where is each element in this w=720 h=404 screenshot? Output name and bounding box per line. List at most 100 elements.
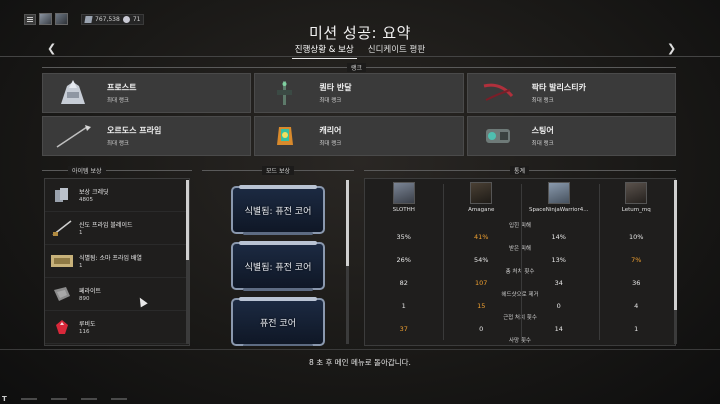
player-name: Amagane [468, 207, 495, 213]
rank-card-orthos-prime: 오르도스 프라임 최대 랭크 [42, 116, 252, 156]
player-avatar [625, 182, 648, 204]
list-item: 식별됨: 소마 프라임 배열 1 [45, 245, 189, 278]
stats-panel[interactable]: SLOTHH Amagane SpaceNinjaWarrior4... Let… [364, 178, 676, 346]
player-column: Letum_mq [598, 179, 676, 221]
stat-values-row: 26% 54% 13% 7% [365, 252, 675, 267]
stat-value: 7% [631, 255, 642, 264]
page-title: 미션 성공: 요약 [309, 24, 411, 42]
mods-scrollbar-thumb[interactable] [346, 180, 349, 266]
stat-label: 받은 피해 [509, 246, 531, 252]
stat-values-row: 37 0 14 1 [365, 321, 675, 336]
ferrite-icon [45, 280, 79, 308]
stat-values-row: 35% 41% 14% 10% [365, 229, 675, 244]
stat-value: 36 [632, 278, 641, 287]
mod-card[interactable]: 식별됨: 퓨전 코어 [231, 241, 325, 291]
stat-value: 1 [401, 301, 406, 310]
player-column: SLOTHH [365, 179, 443, 221]
item-name: 페라이트 [79, 288, 102, 295]
stat-values-row: 1 15 0 4 [365, 298, 675, 313]
rank-card-carrier: 캐리어 최대 랭크 [254, 116, 464, 156]
stat-value: 82 [399, 278, 408, 287]
items-scrollbar-thumb[interactable] [186, 180, 189, 260]
stat-value: 0 [479, 324, 484, 333]
carrier-sentinel-icon [255, 119, 315, 153]
stat-label: 총 처치 횟수 [505, 269, 535, 275]
bottom-tab [110, 398, 127, 400]
item-count: 1 [79, 230, 83, 236]
stats-table: 입힌 피해 35% 41% 14% 10% 받은 피해 26% 54% 13% 7% 총 처치 횟수… [365, 221, 675, 344]
player-name: SpaceNinjaWarrior4... [528, 207, 589, 213]
mod-card[interactable]: 퓨전 코어 [231, 297, 325, 346]
item-count: 1 [79, 263, 83, 269]
rank-card-sub: 최대 랭크 [319, 141, 342, 147]
mod-name: 식별됨: 퓨전 코어 [244, 206, 312, 217]
bottom-tab [50, 398, 67, 400]
rank-card-name: 팍타 발리스티카 [531, 83, 586, 92]
stat-values-row: 82 107 34 36 [365, 275, 675, 290]
stat-value: 35% [396, 232, 411, 241]
item-count: 890 [79, 296, 90, 302]
stats-scrollbar-thumb[interactable] [674, 180, 677, 310]
rank-card-name: 프로스트 [107, 83, 137, 92]
stat-label: 사망 횟수 [509, 338, 531, 344]
rubedo-icon [45, 313, 79, 341]
stat-label: 근접 처치 횟수 [503, 315, 537, 321]
return-countdown: 8 초 후 메인 메뉴로 돌아갑니다. [309, 358, 411, 367]
player-column: Amagane [443, 179, 521, 221]
rank-card-sub: 최대 랭크 [319, 98, 342, 104]
item-rewards-label: 아이템 보상 [68, 166, 106, 175]
player-avatar [392, 182, 415, 204]
list-item: 보상 크레딧 4805 [45, 179, 189, 212]
item-count: 4805 [79, 197, 93, 203]
mod-card[interactable]: 식별됨: 퓨전 코어 [231, 185, 325, 235]
rank-card-frost: 프로스트 최대 랭크 [42, 73, 252, 113]
stat-value: 41% [474, 232, 489, 241]
player-column: SpaceNinjaWarrior4... [520, 179, 598, 221]
item-name: 신도 프라임 블레이드 [79, 222, 133, 229]
rank-card-ballistica: 팍타 발리스티카 최대 랭크 [466, 73, 676, 113]
item-count: 116 [79, 329, 90, 335]
player-name: SLOTHH [392, 207, 415, 213]
bottom-tab [80, 398, 97, 400]
stat-value: 10% [629, 232, 644, 241]
frost-warframe-icon [43, 76, 103, 110]
quanta-vandal-icon [255, 76, 315, 110]
mod-rewards-list[interactable]: 식별됨: 퓨전 코어 식별됨: 퓨전 코어 퓨전 코어 [202, 178, 352, 346]
stat-value: 13% [551, 255, 566, 264]
player-avatar [547, 182, 570, 204]
stat-label: 입힌 피해 [509, 223, 531, 229]
rank-card-name: 캐리어 [319, 126, 342, 135]
stat-value: 1 [634, 324, 639, 333]
stat-value: 15 [477, 301, 486, 310]
mod-rewards-label: 모드 보상 [262, 166, 294, 175]
rank-card-sub: 최대 랭크 [107, 98, 129, 104]
rank-card-name: 퀀타 반달 [319, 83, 352, 92]
player-name: Letum_mq [621, 207, 651, 213]
orthos-prime-icon [43, 119, 103, 153]
stat-value: 4 [634, 301, 639, 310]
chat-icon[interactable]: T [2, 395, 7, 403]
list-item: 신도 프라임 블레이드 1 [45, 212, 189, 245]
rank-card-name: 스팅어 [531, 126, 554, 135]
bottom-tab [20, 398, 37, 400]
player-avatar [470, 182, 493, 204]
rank-section-label: 랭크 [347, 63, 367, 72]
rank-card-sub: 최대 랭크 [531, 98, 554, 104]
list-item: 페라이트 890 [45, 278, 189, 311]
stat-value: 107 [475, 278, 488, 287]
mod-name: 식별됨: 퓨전 코어 [244, 262, 312, 273]
item-name: 식별됨: 소마 프라임 배열 [79, 255, 142, 262]
rank-grid: 프로스트 최대 랭크 퀀타 반달 최대 랭크 팍타 발리스티카 최대 랭크 오르… [42, 73, 676, 156]
item-name: 보상 크레딧 [79, 189, 109, 196]
stat-value: 26% [396, 255, 411, 264]
players-row: SLOTHH Amagane SpaceNinjaWarrior4... Let… [365, 179, 675, 221]
rank-card-sub: 최대 랭크 [531, 141, 554, 147]
item-name: 루비도 [79, 321, 96, 328]
stat-value: 34 [554, 278, 563, 287]
stinger-icon [468, 119, 528, 153]
item-rewards-list[interactable]: 보상 크레딧 4805 신도 프라임 블레이드 1 식별됨: 소마 프라임 배열… [44, 178, 190, 346]
stat-value: 0 [556, 301, 561, 310]
rank-card-stinger: 스팅어 최대 랭크 [466, 116, 676, 156]
stat-label: 헤드샷으로 제거 [501, 292, 539, 298]
stat-value: 14% [551, 232, 566, 241]
